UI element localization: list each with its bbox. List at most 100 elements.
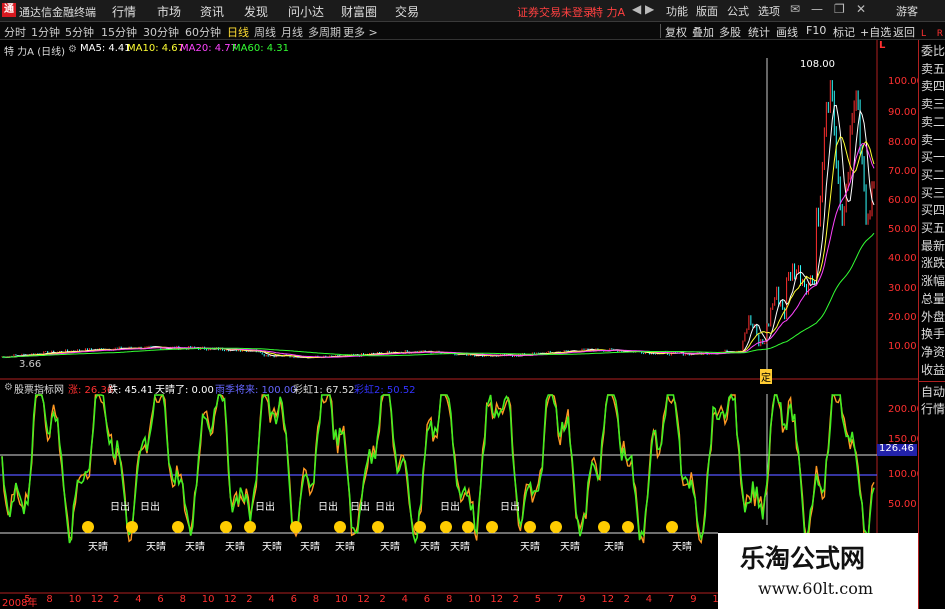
indicator-settings-icon[interactable]: ⚙ <box>4 382 13 393</box>
adjust-button[interactable]: 复权 <box>665 24 687 40</box>
arrow-right-icon[interactable]: ▶ <box>645 2 654 16</box>
tab-period-60min[interactable]: 60分钟 <box>185 24 221 40</box>
main-price-chart[interactable]: 特 力A (日线) ⚙ MA5: 4.41 MA10: 4.67 MA20: 4… <box>0 40 923 384</box>
sidebar-item[interactable]: 换手 <box>920 327 945 341</box>
menu-news[interactable]: 资讯 <box>200 3 224 20</box>
guest-user[interactable]: 游客 <box>896 3 918 19</box>
sun-icon <box>598 521 610 533</box>
menu-discover[interactable]: 发现 <box>244 3 268 20</box>
menu-function[interactable]: 功能 <box>666 3 688 19</box>
tab-period-more[interactable]: 更多 > <box>343 24 378 40</box>
sidebar-item[interactable]: 买三 <box>920 186 945 200</box>
menu-trade[interactable]: 交易 <box>395 3 419 20</box>
moving-average-line <box>1 136 875 359</box>
menu-layout[interactable]: 版面 <box>696 3 718 19</box>
app-logo-icon: 通 <box>2 3 16 17</box>
price-chart-canvas[interactable] <box>0 40 918 380</box>
sidebar-r-label[interactable]: R <box>917 27 943 41</box>
signal-label-bottom: 天晴 <box>146 540 166 553</box>
menu-market[interactable]: 市场 <box>157 3 181 20</box>
signal-label-bottom: 天晴 <box>185 540 205 553</box>
add-watchlist-button[interactable]: +自选 <box>860 24 891 40</box>
tab-period-monthly[interactable]: 月线 <box>281 24 303 40</box>
sidebar-item[interactable]: 外盘 <box>920 310 945 324</box>
menu-ask[interactable]: 问小达 <box>288 3 324 20</box>
date-tick: 8 <box>312 594 320 605</box>
indicator-value-rainy: 雨季将来: 100.00 <box>215 385 297 396</box>
moving-average-line <box>1 232 875 358</box>
menu-options[interactable]: 选项 <box>758 3 780 19</box>
date-tick: 4 <box>645 594 653 605</box>
tab-period-multi[interactable]: 多周期 <box>308 24 341 40</box>
draw-line-button[interactable]: 画线 <box>776 24 798 40</box>
tab-period-5min[interactable]: 5分钟 <box>65 24 94 40</box>
site-watermark: 乐淘公式网 www.60lt.com <box>718 533 918 609</box>
stats-button[interactable]: 统计 <box>748 24 770 40</box>
signal-label-top: 日出 <box>140 500 160 513</box>
sidebar-quote-button[interactable]: 行情 <box>920 402 945 416</box>
tab-period-1min[interactable]: 1分钟 <box>31 24 60 40</box>
sidebar-item[interactable]: 卖五 <box>920 62 945 76</box>
sun-icon <box>440 521 452 533</box>
login-notice[interactable]: 证券交易未登录 <box>517 4 594 20</box>
arrow-left-icon[interactable]: ◀ <box>632 2 641 16</box>
menu-wealth[interactable]: 财富圈 <box>341 3 377 20</box>
watermark-title: 乐淘公式网 <box>740 544 866 573</box>
signal-label-top: 日出 <box>375 500 395 513</box>
sidebar-item[interactable]: 总量 <box>920 292 945 306</box>
indicator-value-rainbow1: 彩虹1: 67.52 <box>293 385 355 396</box>
restore-icon[interactable]: ❐ <box>834 2 845 16</box>
tab-period-15min[interactable]: 15分钟 <box>101 24 137 40</box>
signal-label-bottom: 天晴 <box>420 540 440 553</box>
sidebar-item[interactable]: 卖一 <box>920 133 945 147</box>
mail-icon[interactable]: ✉ <box>790 2 800 16</box>
sidebar-item[interactable]: 买一 <box>920 150 945 164</box>
signal-label-bottom: 天晴 <box>450 540 470 553</box>
sun-icon <box>486 521 498 533</box>
y-tick: 40.00 <box>888 253 917 264</box>
current-stock-name: 特 力A <box>592 6 626 19</box>
sidebar-item[interactable]: 涨跌 <box>920 256 945 270</box>
ma20-label: MA20: 4.77 <box>180 43 238 54</box>
signal-label-top: 日出 <box>350 500 370 513</box>
date-axis: 2008年 5 8 10 12 2 4 6 8 10 12 2 4 6 8 10 12 2 4 6 8 10 12 2 5 7 9 1… <box>0 594 725 609</box>
date-tick: 5 <box>534 594 542 605</box>
overlay-button[interactable]: 叠加 <box>692 24 714 40</box>
back-button[interactable]: 返回 <box>893 24 915 40</box>
date-tick: 6 <box>157 594 164 605</box>
sidebar-item[interactable]: 卖四 <box>920 79 945 93</box>
sidebar-item[interactable]: 买四 <box>920 203 945 217</box>
watermark-url: www.60lt.com <box>758 579 874 598</box>
mark-button[interactable]: 标记 <box>833 24 855 40</box>
sidebar-item[interactable]: 卖二 <box>920 115 945 129</box>
sidebar-item[interactable]: 收益 <box>920 363 945 377</box>
tab-period-weekly[interactable]: 周线 <box>254 24 276 40</box>
sidebar-item[interactable]: 买二 <box>920 168 945 182</box>
menu-formula[interactable]: 公式 <box>727 3 749 19</box>
settings-gear-icon[interactable]: ⚙ <box>68 44 77 55</box>
y-tick: 60.00 <box>888 195 917 206</box>
tab-period-intraday[interactable]: 分时 <box>4 24 26 40</box>
f10-button[interactable]: F10 <box>806 24 826 37</box>
tab-period-daily[interactable]: 日线 <box>227 24 249 40</box>
sidebar-item[interactable]: 净资 <box>920 345 945 359</box>
tab-period-30min[interactable]: 30分钟 <box>143 24 179 40</box>
sidebar-item[interactable]: 涨幅 <box>920 274 945 288</box>
date-tick: 7 <box>668 594 675 605</box>
sidebar-item[interactable]: 最新 <box>920 239 945 253</box>
minimize-icon[interactable]: — <box>811 2 823 16</box>
axis-scale-label: L <box>879 40 886 51</box>
date-tick: 2 <box>246 594 253 605</box>
sidebar-auto-button[interactable]: 自动 <box>920 385 945 399</box>
sidebar-item[interactable]: 买五 <box>920 221 945 235</box>
sidebar-item[interactable]: 委比 <box>920 44 945 58</box>
sidebar-item[interactable]: 卖三 <box>920 97 945 111</box>
multi-stock-button[interactable]: 多股 <box>719 24 741 40</box>
indicator-value-sunny: 天晴了: 0.00 <box>155 385 214 396</box>
signal-label-top: 日出 <box>255 500 275 513</box>
close-icon[interactable]: ✕ <box>856 2 866 16</box>
moving-average-line <box>1 142 875 358</box>
menu-quotes[interactable]: 行情 <box>112 3 136 20</box>
app-title: 通达信金融终端 <box>19 6 96 19</box>
date-tick: 8 <box>179 594 186 605</box>
